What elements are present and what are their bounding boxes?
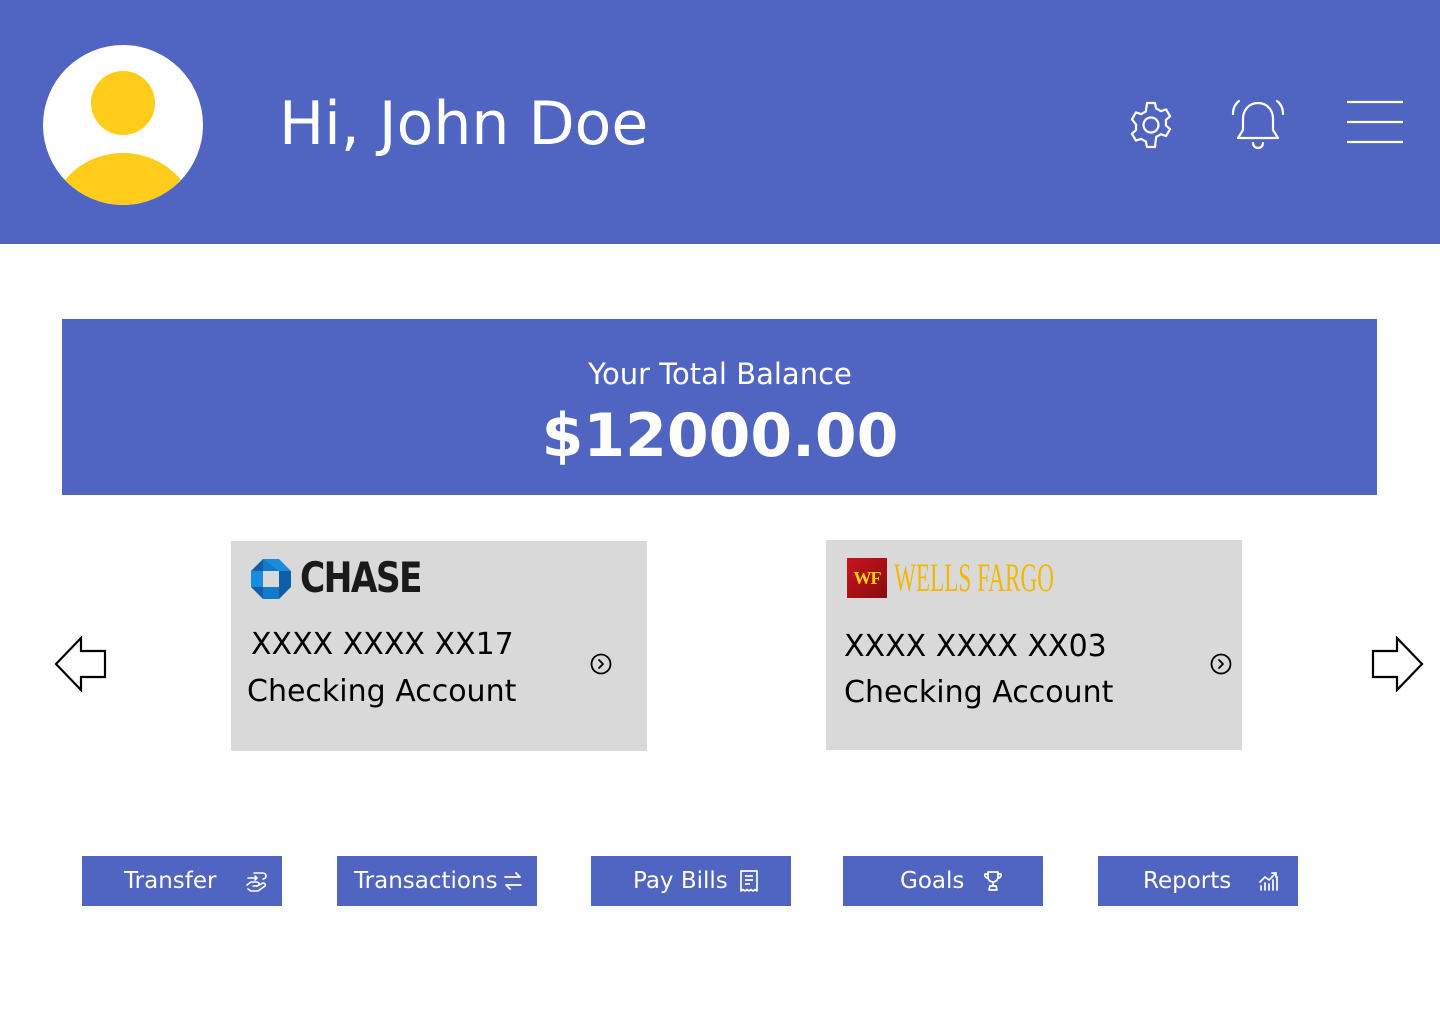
arrow-right-icon [1371,636,1424,692]
carousel-prev-button[interactable] [54,636,108,692]
avatar[interactable] [43,45,203,205]
account-type: Checking Account [844,675,1114,710]
arrow-left-icon [54,636,107,692]
balance-amount: $12000.00 [541,401,899,471]
gear-icon [1130,101,1172,149]
account-number: XXXX XXXX XX03 [844,629,1107,664]
chase-logo: CHASE [250,554,450,602]
trophy-icon [981,869,1005,893]
chevron-right-circle-icon [590,653,612,675]
account-card-chase[interactable]: CHASE XXXX XXXX XX17 Checking Account [231,541,647,751]
chevron-right-circle-icon [1210,653,1232,675]
bell-icon [1231,99,1285,150]
hamburger-menu-icon [1347,100,1403,144]
account-number: XXXX XXXX XX17 [251,627,514,662]
wells-fargo-wordmark: WELLS FARGO [894,555,1055,600]
goals-label: Goals [900,868,965,894]
account-details-button[interactable] [1210,653,1232,675]
account-type: Checking Account [247,674,517,709]
settings-button[interactable] [1126,100,1176,150]
reports-label: Reports [1143,868,1232,894]
goals-button[interactable]: Goals [843,856,1043,906]
greeting-title: Hi, John Doe [279,89,649,159]
notifications-button[interactable] [1230,97,1286,153]
chase-wordmark: CHASE [300,553,423,602]
transfer-button[interactable]: Transfer [82,856,282,906]
transfer-label: Transfer [124,868,217,894]
transactions-label: Transactions [354,868,498,894]
swap-arrows-icon [501,869,525,893]
account-card-wells-fargo[interactable]: WF WELLS FARGO XXXX XXXX XX03 Checking A… [826,540,1242,750]
carousel-next-button[interactable] [1370,636,1424,692]
chase-octagon-icon [251,559,291,599]
transactions-button[interactable]: Transactions [337,856,537,906]
pay-bills-label: Pay Bills [633,868,728,894]
wells-fargo-logo: WF WELLS FARGO [847,556,1054,600]
pay-bills-button[interactable]: Pay Bills [591,856,791,906]
reports-button[interactable]: Reports [1098,856,1298,906]
app-header: Hi, John Doe [0,0,1440,244]
balance-label: Your Total Balance [588,357,852,391]
wells-fargo-badge: WF [847,558,887,598]
chart-growth-icon [1257,869,1281,893]
menu-button[interactable] [1346,98,1404,146]
receipt-icon [737,869,761,893]
hand-transfer-icon [245,869,269,893]
account-details-button[interactable] [590,653,612,675]
user-avatar-icon [43,45,203,205]
